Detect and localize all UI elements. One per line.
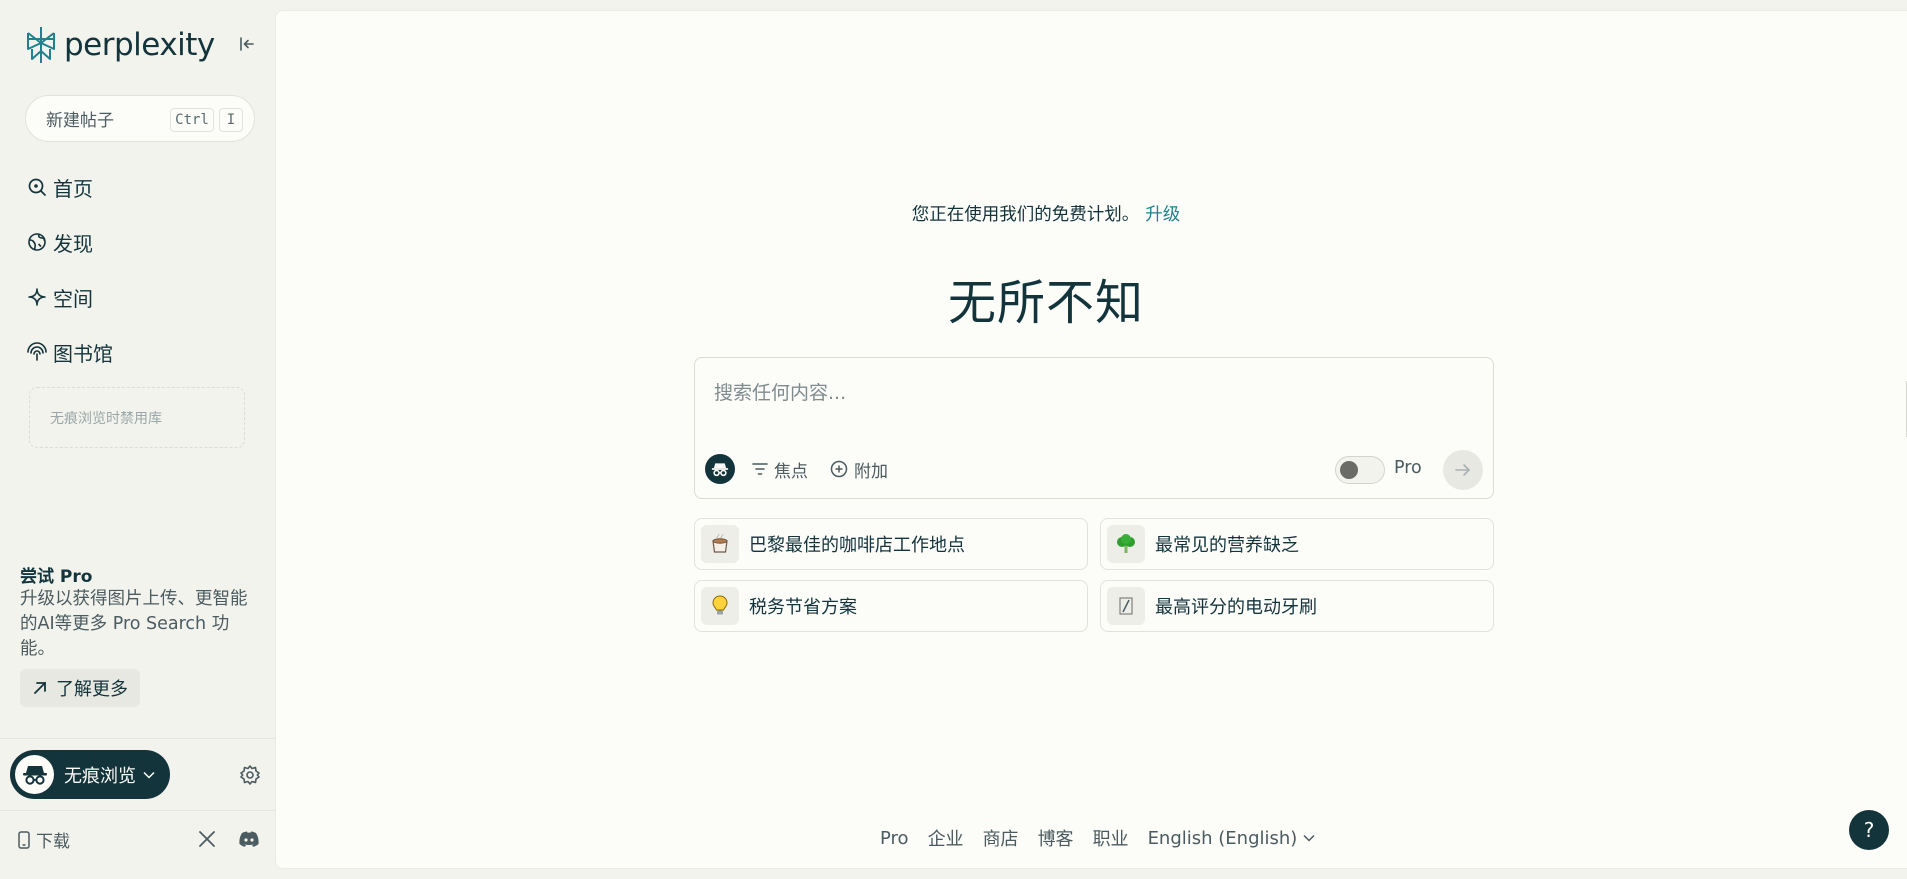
attach-label: 附加 <box>854 461 888 482</box>
suggestion-card[interactable]: 巴黎最佳的咖啡店工作地点 <box>694 518 1088 570</box>
new-thread-label: 新建帖子 <box>46 111 114 131</box>
avatar <box>15 755 54 794</box>
perplexity-logo-icon <box>27 27 55 63</box>
toggle-knob <box>1340 461 1358 479</box>
suggestion-text: 巴黎最佳的咖啡店工作地点 <box>749 535 965 556</box>
upgrade-link[interactable]: 升级 <box>1145 205 1180 225</box>
library-disabled-note: 无痕浏览时禁用库 <box>29 387 245 448</box>
chevron-down-icon <box>143 771 155 779</box>
mobile-phone-icon <box>18 830 30 849</box>
sidebar-item-spaces[interactable]: 空间 <box>26 281 93 313</box>
focus-button[interactable]: 焦点 <box>752 455 808 483</box>
suggestion-card[interactable]: 税务节省方案 <box>694 580 1088 632</box>
collapse-sidebar-button[interactable] <box>236 33 258 55</box>
sidebar-item-home[interactable]: 首页 <box>26 171 93 203</box>
plus-circle-icon <box>830 460 848 478</box>
collapse-left-icon <box>240 37 254 51</box>
help-button[interactable]: ? <box>1849 810 1889 850</box>
sidebar-item-library[interactable]: 图书馆 <box>26 336 113 368</box>
sidebar-divider <box>0 810 275 811</box>
incognito-icon <box>22 765 47 785</box>
light-bulb-icon <box>701 587 739 625</box>
sidebar-item-label: 发现 <box>53 231 93 256</box>
footer: Pro 企业 商店 博客 职业 English (English) <box>880 825 1315 851</box>
sidebar: perplexity 新建帖子 Ctrl I 首页 发现 空间 图书馆 无痕浏览… <box>0 0 275 879</box>
globe-icon <box>26 231 48 253</box>
promo-title: 尝试 Pro <box>20 567 93 587</box>
sparkle-icon <box>26 286 48 308</box>
sidebar-divider <box>0 738 275 739</box>
incognito-icon <box>711 462 729 476</box>
logo[interactable]: perplexity <box>24 24 215 66</box>
search-input[interactable] <box>714 378 1474 408</box>
suggestion-card[interactable]: 最高评分的电动牙刷 <box>1100 580 1494 632</box>
language-label: English (English) <box>1147 827 1298 849</box>
toothbrush-icon <box>1107 587 1145 625</box>
download-label: 下载 <box>36 832 70 852</box>
search-box: 焦点 附加 Pro <box>694 357 1494 499</box>
page-title: 无所不知 <box>947 275 1144 331</box>
footer-link-pro[interactable]: Pro <box>880 828 909 849</box>
plan-notice: 您正在使用我们的免费计划。 升级 <box>276 201 1816 226</box>
sidebar-item-discover[interactable]: 发现 <box>26 226 93 258</box>
arrow-right-icon <box>1455 464 1471 476</box>
chevron-down-icon <box>1303 834 1315 842</box>
language-selector[interactable]: English (English) <box>1148 828 1316 849</box>
filter-icon <box>752 463 768 475</box>
coffee-cup-icon <box>701 525 739 563</box>
incognito-label: 无痕浏览 <box>64 765 136 787</box>
focus-label: 焦点 <box>774 461 808 482</box>
x-twitter-icon[interactable] <box>198 830 216 848</box>
promo-body: 升级以获得图片上传、更智能的AI等更多 Pro Search 功能。 <box>20 589 248 659</box>
sidebar-item-label: 首页 <box>53 176 93 201</box>
learn-more-label: 了解更多 <box>56 679 128 700</box>
discord-icon[interactable] <box>238 830 260 848</box>
library-icon <box>26 341 48 363</box>
footer-link-store[interactable]: 商店 <box>983 825 1019 851</box>
search-icon <box>26 176 48 198</box>
suggestion-text: 税务节省方案 <box>749 597 857 618</box>
shortcut-key-i: I <box>219 108 243 132</box>
suggestion-text: 最高评分的电动牙刷 <box>1155 597 1317 618</box>
shortcut-key-ctrl: Ctrl <box>170 108 214 132</box>
pro-label: Pro <box>1394 458 1422 478</box>
learn-more-button[interactable]: 了解更多 <box>20 669 140 707</box>
gear-icon[interactable] <box>239 764 261 786</box>
plan-text: 您正在使用我们的免费计划。 <box>911 205 1140 225</box>
broccoli-icon <box>1107 525 1145 563</box>
sidebar-item-label: 图书馆 <box>53 341 113 366</box>
suggestion-card[interactable]: 最常见的营养缺乏 <box>1100 518 1494 570</box>
sidebar-item-label: 空间 <box>53 286 93 311</box>
attach-button[interactable]: 附加 <box>830 455 888 483</box>
footer-link-careers[interactable]: 职业 <box>1093 825 1129 851</box>
footer-link-blog[interactable]: 博客 <box>1038 825 1074 851</box>
main-panel: 您正在使用我们的免费计划。升级 无所不知 焦点 附加 Pro 巴黎最佳的咖啡店工… <box>275 10 1907 869</box>
new-thread-button[interactable]: 新建帖子 Ctrl I <box>25 95 255 142</box>
incognito-toggle[interactable]: 无痕浏览 <box>10 750 170 799</box>
suggestion-text: 最常见的营养缺乏 <box>1155 535 1299 556</box>
footer-link-enterprise[interactable]: 企业 <box>928 825 964 851</box>
logo-text: perplexity <box>64 27 215 63</box>
pro-toggle[interactable] <box>1335 456 1385 484</box>
incognito-mode-button[interactable] <box>705 454 735 484</box>
download-link[interactable]: 下载 <box>18 827 70 852</box>
submit-button[interactable] <box>1443 450 1483 490</box>
arrow-up-right-icon <box>34 682 46 694</box>
